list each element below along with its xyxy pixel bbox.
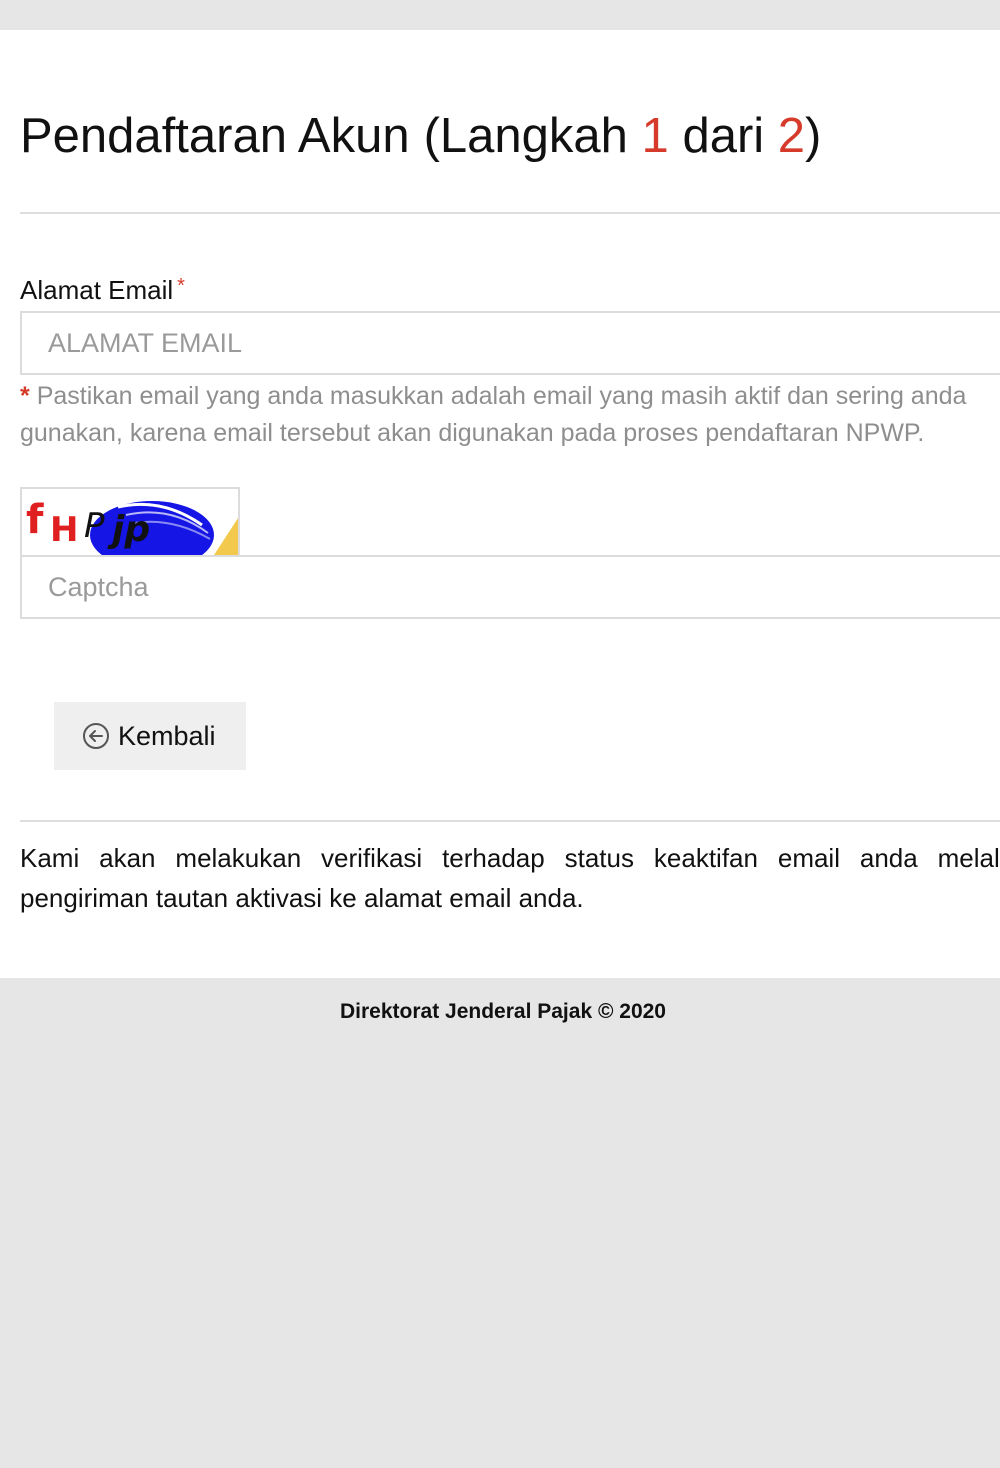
title-step-current: 1: [641, 109, 669, 163]
title-divider: [20, 212, 1000, 214]
email-help-text: * Pastikan email yang anda masukkan adal…: [20, 378, 1000, 452]
svg-text:jp: jp: [107, 509, 150, 550]
top-bar: [0, 0, 1000, 30]
svg-text:P: P: [84, 506, 105, 546]
footer: Direktorat Jenderal Pajak © 2020: [0, 978, 1000, 1468]
help-required-mark: *: [20, 382, 30, 410]
page-title: Pendaftaran Akun (Langkah 1 dari 2): [20, 106, 821, 166]
svg-text:H: H: [50, 510, 78, 550]
title-main: Pendaftaran Akun: [20, 109, 410, 163]
verification-info: Kami akan melakukan verifikasi terhadap …: [20, 843, 1000, 913]
captcha-graphic: f H P jp: [26, 497, 238, 555]
help-text: Pastikan email yang anda masukkan adalah…: [20, 382, 967, 447]
email-label-text: Alamat Email: [20, 275, 174, 305]
circle-arrow-left-icon: [82, 722, 110, 750]
title-step-close: ): [805, 109, 822, 163]
title-step-of: dari: [682, 109, 765, 163]
captcha-image: f H P jp: [20, 487, 240, 555]
footer-copyright: Direktorat Jenderal Pajak © 2020: [340, 1000, 666, 1023]
title-step-total: 2: [777, 109, 806, 163]
back-button[interactable]: Kembali: [54, 702, 246, 770]
captcha-input[interactable]: [20, 555, 1000, 619]
back-button-label: Kembali: [118, 720, 216, 751]
form-divider: [20, 820, 1000, 822]
required-mark: *: [177, 275, 185, 297]
svg-text:f: f: [26, 497, 44, 543]
title-step-open: (Langkah: [423, 109, 628, 163]
email-label: Alamat Email *: [20, 275, 185, 306]
registration-panel: Pendaftaran Akun (Langkah 1 dari 2) Alama…: [0, 30, 1000, 978]
email-input[interactable]: [20, 311, 1000, 375]
